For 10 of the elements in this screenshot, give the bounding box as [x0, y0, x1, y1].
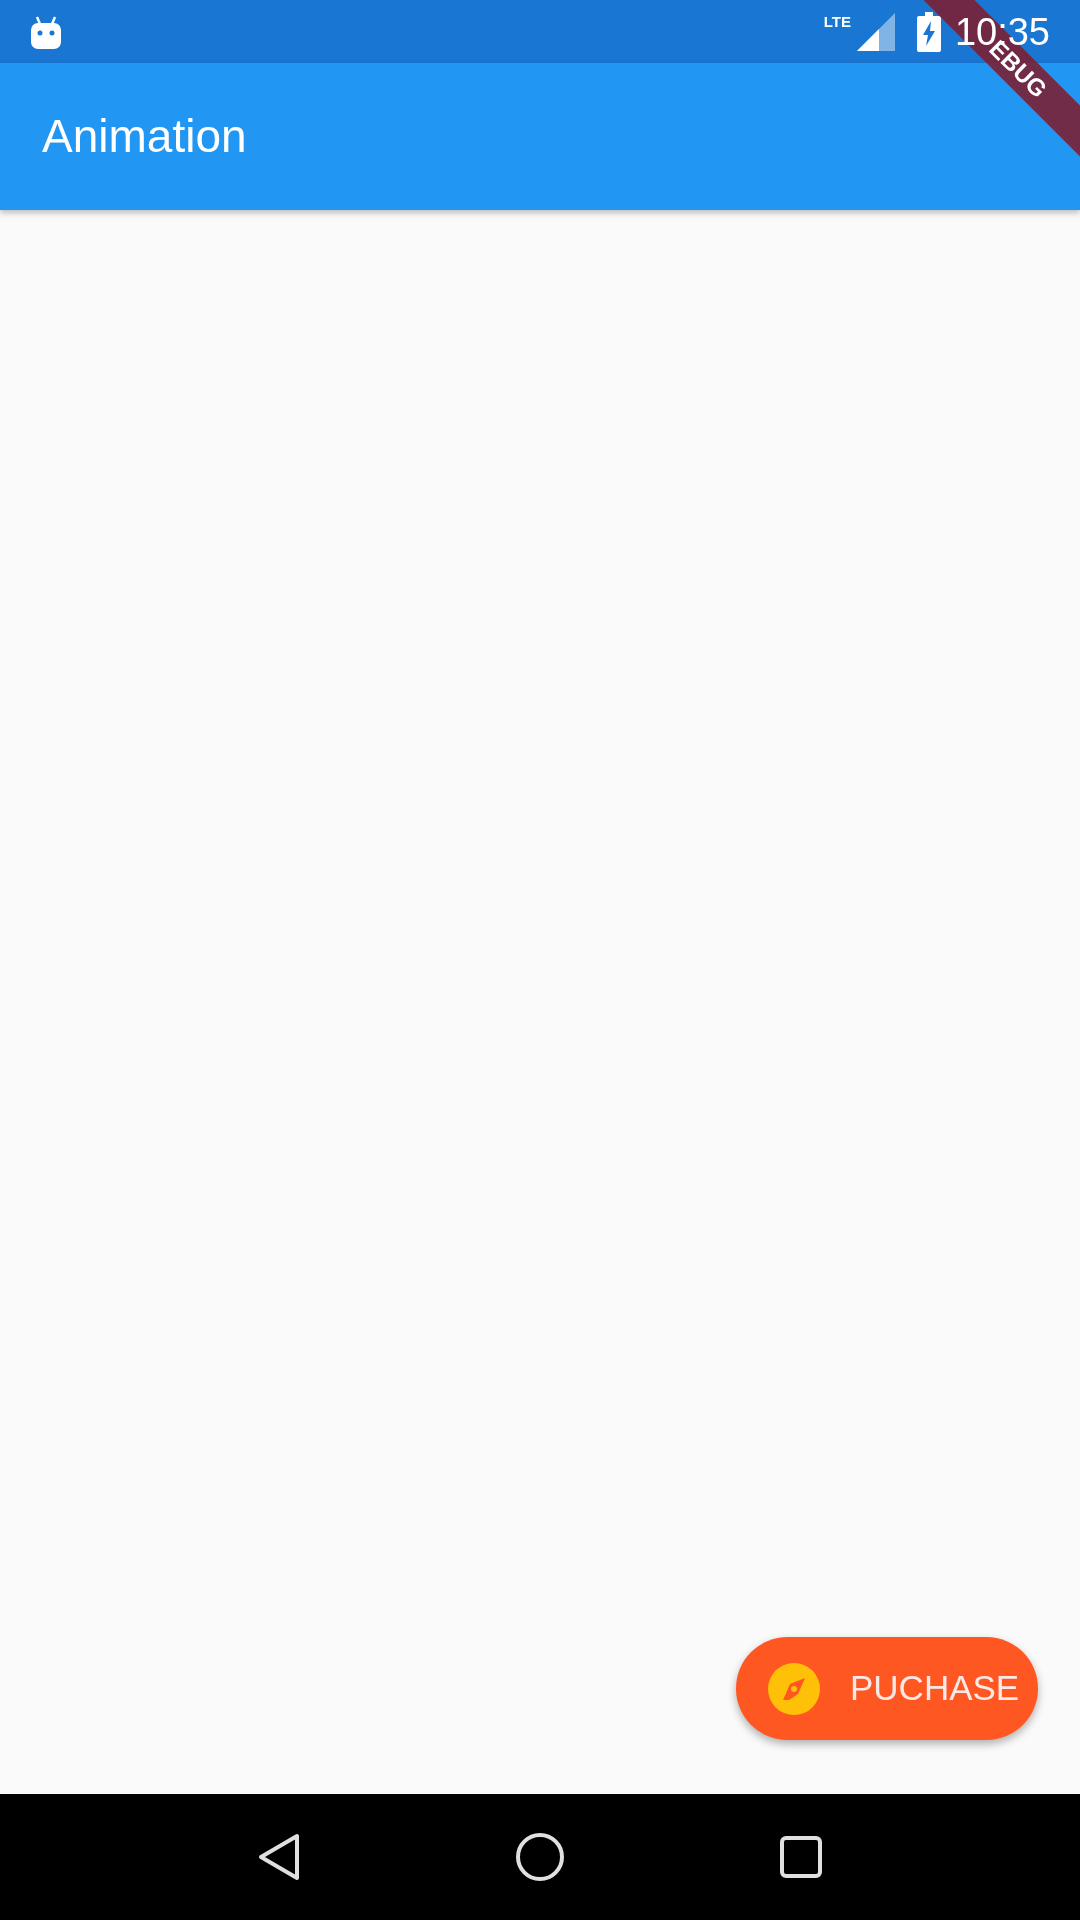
- app-bar-title: Animation: [42, 109, 247, 164]
- recents-icon[interactable]: [779, 1835, 823, 1879]
- android-icon: [30, 14, 62, 49]
- network-type-label: LTE: [823, 11, 851, 32]
- home-icon[interactable]: [515, 1832, 565, 1882]
- compass-icon: [768, 1662, 820, 1715]
- purchase-button[interactable]: PUCHASE: [736, 1637, 1038, 1740]
- signal-icon: [856, 12, 895, 51]
- back-icon[interactable]: [257, 1832, 301, 1882]
- battery-charging-icon: [916, 11, 941, 52]
